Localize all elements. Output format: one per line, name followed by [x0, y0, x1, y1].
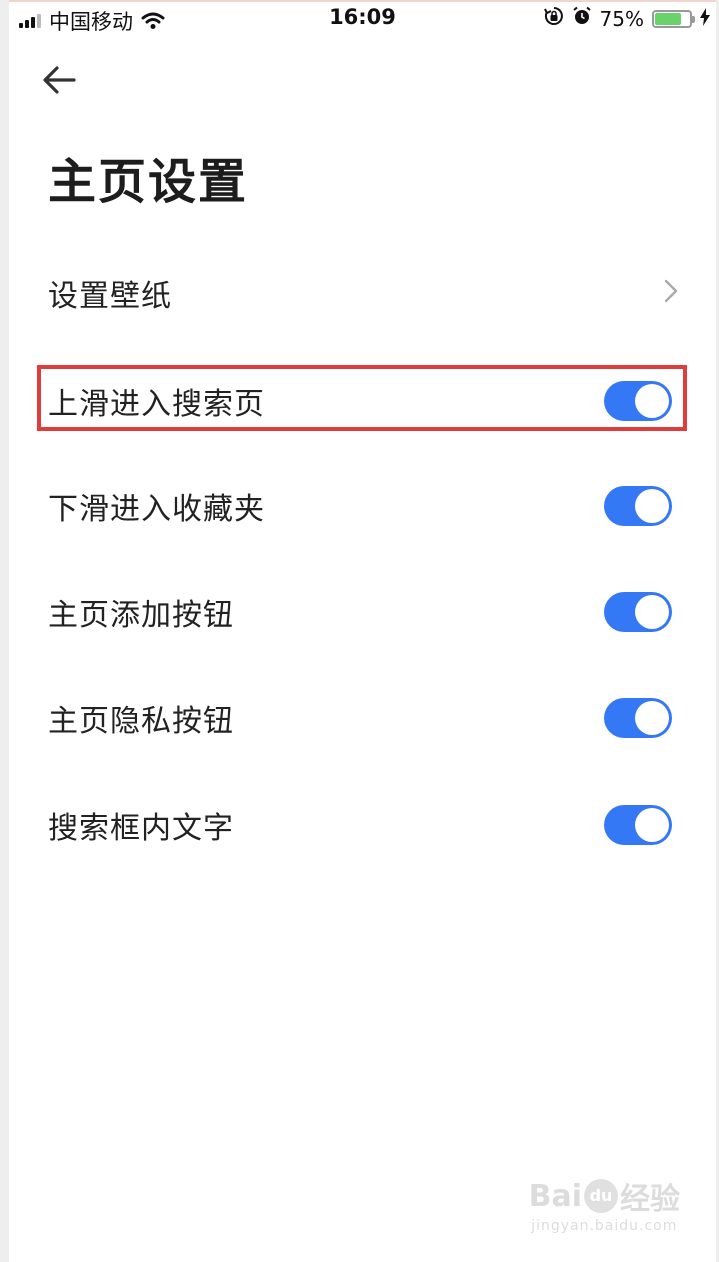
status-right: 75% — [543, 6, 710, 31]
toggle-knob — [635, 595, 669, 629]
rotation-lock-icon — [543, 6, 564, 31]
back-button[interactable] — [39, 60, 79, 100]
toggle-knob — [635, 808, 669, 842]
back-arrow-icon — [43, 66, 76, 94]
setting-home-privacy-button: 主页隐私按钮 — [9, 665, 716, 771]
chevron-right-icon — [664, 279, 678, 307]
screen: 中国移动 16:09 75% 主页设置 设置壁纸 上滑进入搜索页 下滑进入收藏夹… — [0, 0, 719, 1262]
setting-label: 设置壁纸 — [48, 279, 172, 314]
highlight-box — [37, 365, 687, 431]
watermark-subtext: jingyan.baidu.com — [531, 1218, 678, 1234]
setting-label: 下滑进入收藏夹 — [48, 492, 265, 527]
watermark: Bai du 经验 jingyan.baidu.com — [528, 1174, 680, 1235]
swipe-down-favorites-toggle[interactable] — [604, 486, 672, 526]
paw-icon: du — [584, 1179, 618, 1213]
toggle-knob — [635, 701, 669, 735]
setting-home-add-button: 主页添加按钮 — [9, 559, 716, 665]
alarm-icon — [572, 6, 592, 31]
setting-search-box-text: 搜索框内文字 — [9, 772, 716, 878]
setting-label: 主页隐私按钮 — [48, 704, 234, 739]
charging-icon — [700, 7, 710, 31]
toggle-knob — [635, 489, 669, 523]
watermark-logo: Bai du 经验 — [528, 1178, 680, 1218]
home-privacy-button-toggle[interactable] — [604, 698, 672, 738]
status-bar: 中国移动 16:09 75% — [9, 0, 716, 38]
setting-wallpaper[interactable]: 设置壁纸 — [9, 240, 716, 346]
home-add-button-toggle[interactable] — [604, 592, 672, 632]
battery-icon — [652, 9, 695, 28]
page-title: 主页设置 — [48, 154, 249, 210]
battery-percent: 75% — [599, 6, 644, 31]
battery-level — [655, 12, 681, 25]
setting-label: 主页添加按钮 — [48, 598, 234, 633]
setting-label: 搜索框内文字 — [48, 811, 234, 846]
setting-swipe-down-favorites: 下滑进入收藏夹 — [9, 453, 716, 559]
search-box-text-toggle[interactable] — [604, 805, 672, 845]
